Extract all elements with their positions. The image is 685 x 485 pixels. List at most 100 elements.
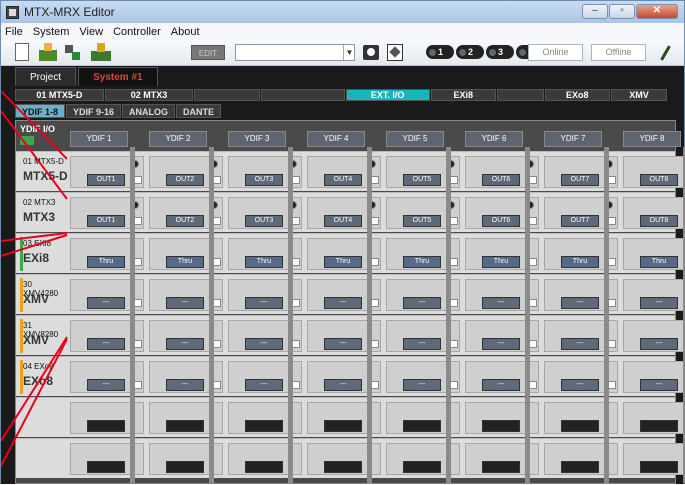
patch-button[interactable]: Thru xyxy=(482,256,520,268)
patch-button[interactable]: --- xyxy=(482,297,520,309)
patch-cell[interactable]: --- xyxy=(623,361,685,393)
patch-button[interactable]: OUT8 xyxy=(640,174,678,186)
patch-button[interactable]: --- xyxy=(87,379,125,391)
patch-cell[interactable] xyxy=(623,443,685,475)
device-tab-3[interactable] xyxy=(260,89,345,101)
wrench-icon[interactable] xyxy=(387,44,403,61)
patch-button[interactable]: OUT2 xyxy=(166,174,204,186)
scene-button-2[interactable]: 2 xyxy=(456,45,484,59)
patch-button[interactable]: --- xyxy=(166,379,204,391)
menu-about[interactable]: About xyxy=(171,26,200,38)
patch-button[interactable]: --- xyxy=(640,338,678,350)
patch-button[interactable]: OUT8 xyxy=(640,215,678,227)
patch-button[interactable]: OUT5 xyxy=(403,174,441,186)
patch-button[interactable] xyxy=(640,420,678,432)
tab-sub-3[interactable]: DANTE xyxy=(176,104,222,118)
row-label[interactable]: 04 EXo8 EXo8 xyxy=(20,360,68,394)
patch-button[interactable] xyxy=(482,461,520,473)
device-tab-1[interactable]: 02 MTX3 xyxy=(104,89,194,101)
row-label[interactable]: 02 MTX3 MTX3 xyxy=(20,196,68,230)
patch-cell[interactable]: --- xyxy=(623,320,685,352)
column-header[interactable]: YDIF 7 xyxy=(544,131,602,147)
patch-button[interactable]: --- xyxy=(561,338,599,350)
new-file-icon[interactable] xyxy=(15,43,29,61)
column-header[interactable]: YDIF 6 xyxy=(465,131,523,147)
patch-button[interactable]: Thru xyxy=(561,256,599,268)
patch-button[interactable]: OUT4 xyxy=(324,215,362,227)
scene-button-1[interactable]: 1 xyxy=(426,45,454,59)
patch-cell[interactable]: OUT8 xyxy=(623,156,685,188)
camera-icon[interactable] xyxy=(363,45,379,60)
menu-view[interactable]: View xyxy=(79,26,103,38)
patch-button[interactable]: --- xyxy=(245,379,283,391)
patch-button[interactable]: OUT4 xyxy=(324,174,362,186)
patch-button[interactable]: --- xyxy=(561,297,599,309)
column-header[interactable]: YDIF 4 xyxy=(307,131,365,147)
patch-cell[interactable]: Thru xyxy=(623,238,685,270)
column-header[interactable]: YDIF 1 xyxy=(70,131,128,147)
patch-button[interactable]: --- xyxy=(482,379,520,391)
patch-button[interactable]: Thru xyxy=(403,256,441,268)
patch-button[interactable]: OUT6 xyxy=(482,215,520,227)
tab-view-0[interactable]: Project xyxy=(15,67,77,86)
row-label[interactable]: 03 EXi8 EXi8 xyxy=(20,237,68,271)
patch-button[interactable] xyxy=(87,420,125,432)
patch-button[interactable] xyxy=(324,420,362,432)
device-tab-5[interactable]: EXi8 xyxy=(430,89,496,101)
patch-button[interactable] xyxy=(245,420,283,432)
device-tab-6[interactable] xyxy=(496,89,544,101)
row-label[interactable]: 31 XMV8280 XMV xyxy=(20,319,68,353)
patch-cell[interactable] xyxy=(623,402,685,434)
column-header[interactable]: YDIF 8 xyxy=(623,131,681,147)
patch-button[interactable]: Thru xyxy=(640,256,678,268)
scene-button-3[interactable]: 3 xyxy=(486,45,514,59)
edit-button[interactable]: EDIT xyxy=(191,45,225,60)
offline-button[interactable]: Offline xyxy=(591,44,646,61)
preset-combo[interactable] xyxy=(235,44,355,61)
patch-button[interactable]: --- xyxy=(403,379,441,391)
patch-button[interactable] xyxy=(403,461,441,473)
row-label[interactable]: 01 MTX5-D MTX5-D xyxy=(20,155,68,189)
online-button[interactable]: Online xyxy=(528,44,583,61)
column-header[interactable]: YDIF 5 xyxy=(386,131,444,147)
patch-button[interactable]: --- xyxy=(561,379,599,391)
patch-cell[interactable]: OUT8 xyxy=(623,197,685,229)
save-icon[interactable] xyxy=(91,43,111,61)
menu-system[interactable]: System xyxy=(33,26,70,38)
patch-button[interactable] xyxy=(482,420,520,432)
patch-button[interactable]: Thru xyxy=(166,256,204,268)
network-setup-icon[interactable] xyxy=(63,43,83,61)
close-button[interactable]: ✕ xyxy=(636,4,678,19)
chevron-down-icon[interactable]: ▼ xyxy=(343,45,355,60)
tab-sub-1[interactable]: YDIF 9-16 xyxy=(66,104,122,118)
patch-button[interactable] xyxy=(245,461,283,473)
patch-button[interactable]: --- xyxy=(245,338,283,350)
patch-button[interactable]: --- xyxy=(87,297,125,309)
column-header[interactable]: YDIF 2 xyxy=(149,131,207,147)
patch-button[interactable]: Thru xyxy=(245,256,283,268)
patch-button[interactable]: --- xyxy=(166,338,204,350)
patch-button[interactable]: --- xyxy=(245,297,283,309)
patch-button[interactable]: --- xyxy=(324,297,362,309)
patch-button[interactable]: --- xyxy=(87,338,125,350)
patch-button[interactable]: OUT7 xyxy=(561,174,599,186)
patch-button[interactable]: --- xyxy=(482,338,520,350)
patch-button[interactable] xyxy=(561,461,599,473)
patch-button[interactable] xyxy=(403,420,441,432)
patch-button[interactable] xyxy=(324,461,362,473)
patch-button[interactable]: Thru xyxy=(87,256,125,268)
patch-button[interactable]: OUT7 xyxy=(561,215,599,227)
tab-sub-2[interactable]: ANALOG xyxy=(122,104,176,118)
patch-button[interactable]: OUT5 xyxy=(403,215,441,227)
row-label[interactable]: 30 XMV4280 XMV xyxy=(20,278,68,312)
column-header[interactable]: YDIF 3 xyxy=(228,131,286,147)
patch-button[interactable]: --- xyxy=(403,338,441,350)
patch-button[interactable]: OUT3 xyxy=(245,174,283,186)
patch-button[interactable] xyxy=(640,461,678,473)
device-tab-2[interactable] xyxy=(194,89,260,101)
patch-button[interactable]: --- xyxy=(403,297,441,309)
patch-button[interactable] xyxy=(561,420,599,432)
patch-button[interactable]: OUT2 xyxy=(166,215,204,227)
row-label[interactable] xyxy=(20,401,68,435)
patch-button[interactable]: --- xyxy=(640,297,678,309)
